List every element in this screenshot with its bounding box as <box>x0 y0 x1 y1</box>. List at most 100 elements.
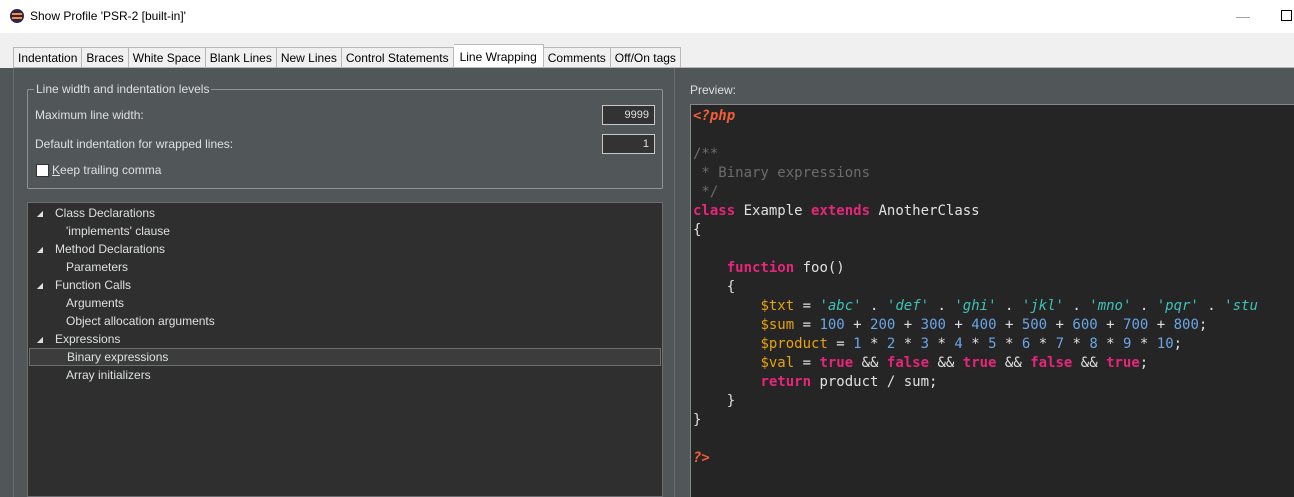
code-line: } <box>693 411 701 430</box>
max-width-field[interactable]: 9999 <box>602 105 655 125</box>
code-token: { <box>693 279 736 295</box>
expand-arrow-icon[interactable]: ◢ <box>33 245 47 254</box>
tree-item-label: Array initializers <box>66 368 151 382</box>
code-token: . <box>1198 298 1225 314</box>
tree-group[interactable]: ◢ Class Declarations <box>29 204 661 222</box>
tree-item[interactable]: Array initializers <box>29 366 661 384</box>
code-token: 4 <box>954 336 963 352</box>
maximize-icon[interactable] <box>1281 10 1292 21</box>
tree-item-label: Arguments <box>66 296 125 310</box>
code-token: 8 <box>1089 336 1098 352</box>
code-token: * <box>861 336 887 352</box>
tab-blank-lines[interactable]: Blank Lines <box>205 47 277 68</box>
code-line: */ <box>693 183 718 202</box>
code-token: } <box>693 393 736 409</box>
tree-item[interactable]: Arguments <box>29 294 661 312</box>
tree-group[interactable]: ◢ Method Declarations <box>29 240 661 258</box>
code-token: 200 <box>870 317 896 333</box>
tree-item-label: Class Declarations <box>55 206 156 220</box>
tree-item-label: Method Declarations <box>55 242 166 256</box>
code-token: 100 <box>819 317 845 333</box>
trailing-comma-text: eep trailing comma <box>60 163 162 177</box>
code-token: + <box>1047 317 1073 333</box>
minimize-icon[interactable]: — <box>1236 8 1250 24</box>
settings-pane: Line width and indentation levels Maximu… <box>13 68 674 497</box>
code-token: 'mno' <box>1089 298 1132 314</box>
line-width-group: Line width and indentation levels Maximu… <box>27 82 663 189</box>
code-line: $product = 1 * 2 * 3 * 4 * 5 * 6 * 7 * 8… <box>693 335 1182 354</box>
code-line: function foo() <box>693 259 845 278</box>
tree-group[interactable]: ◢ Function Calls <box>29 276 661 294</box>
tab-comments[interactable]: Comments <box>543 47 611 68</box>
expand-arrow-icon[interactable]: ◢ <box>33 281 47 290</box>
code-token: return <box>760 374 812 390</box>
code-line: { <box>693 221 701 240</box>
code-token: = <box>827 336 854 352</box>
trailing-comma-label[interactable]: Keep trailing comma <box>52 163 161 177</box>
code-token: && <box>1072 355 1107 371</box>
title-bar: Show Profile 'PSR-2 [built-in]' — <box>0 0 1294 33</box>
code-token: } <box>693 412 702 428</box>
tab-off-on-tags[interactable]: Off/On tags <box>610 47 681 68</box>
code-token: * <box>895 336 921 352</box>
code-token: ; <box>1173 336 1183 352</box>
code-token: . <box>861 298 887 314</box>
tree-item[interactable]: 'implements' clause <box>29 222 661 240</box>
code-token: 400 <box>971 317 997 333</box>
code-token: * <box>1030 336 1056 352</box>
code-token: 'pqr' <box>1156 298 1199 314</box>
tree-group[interactable]: ◢ Expressions <box>29 330 661 348</box>
code-line: return product / sum; <box>693 373 937 392</box>
code-token: + <box>1097 317 1124 333</box>
code-token: $sum <box>760 317 795 333</box>
code-line: } <box>693 392 735 411</box>
code-token: false <box>1030 355 1073 371</box>
tab-control-statements[interactable]: Control Statements <box>341 47 454 68</box>
code-preview: <?php /** * Binary expressions */ class Ex… <box>690 104 1294 497</box>
max-width-label: Maximum line width: <box>35 108 144 122</box>
code-token: /** <box>693 146 719 162</box>
code-token: */ <box>693 184 719 200</box>
code-token: 'ghi' <box>954 298 997 314</box>
code-line: $sum = 100 + 200 + 300 + 400 + 500 + 600… <box>693 316 1207 335</box>
expand-arrow-icon[interactable]: ◢ <box>33 209 47 218</box>
code-token: . <box>1131 298 1157 314</box>
group-title: Line width and indentation levels <box>34 82 212 96</box>
code-token: && <box>996 355 1031 371</box>
tree-item-label: Object allocation arguments <box>66 314 215 328</box>
code-token: extends <box>811 203 871 219</box>
tree-item[interactable]: Object allocation arguments <box>29 312 661 330</box>
code-token: 'def' <box>886 298 930 314</box>
tab-line-wrapping[interactable]: Line Wrapping <box>453 44 544 68</box>
code-token: * Binary expressions <box>693 165 871 181</box>
code-token: <?php <box>693 108 736 124</box>
indent-label: Default indentation for wrapped lines: <box>35 137 234 151</box>
code-line: <?php <box>693 107 735 126</box>
tab-braces[interactable]: Braces <box>82 47 129 68</box>
code-token: product / sum; <box>811 374 938 390</box>
code-token: 10 <box>1156 336 1174 352</box>
code-line: $val = true && false && true && false &&… <box>693 354 1148 373</box>
tab-indentation[interactable]: Indentation <box>13 47 83 68</box>
wrapping-category-tree[interactable]: ◢ Class Declarations 'implements' clause ◢ M… <box>27 202 663 497</box>
code-token: 700 <box>1123 317 1149 333</box>
code-token: * <box>1097 336 1124 352</box>
tab-list: Indentation Braces White Space Blank Lines N… <box>13 44 681 68</box>
trailing-comma-checkbox[interactable] <box>36 164 49 177</box>
tree-item[interactable]: Binary expressions <box>29 348 661 366</box>
tree-item[interactable]: Parameters <box>29 258 661 276</box>
indent-field[interactable]: 1 <box>602 134 655 154</box>
code-token: * <box>996 336 1022 352</box>
tree-item-label: 'implements' clause <box>66 224 170 238</box>
code-token: true <box>819 355 854 371</box>
code-token: true <box>962 355 997 371</box>
code-token: 500 <box>1021 317 1048 333</box>
code-token: function <box>726 260 795 276</box>
expand-arrow-icon[interactable]: ◢ <box>33 335 47 344</box>
code-token: 5 <box>988 336 997 352</box>
tab-new-lines[interactable]: New Lines <box>276 47 342 68</box>
tab-white-space[interactable]: White Space <box>128 47 206 68</box>
